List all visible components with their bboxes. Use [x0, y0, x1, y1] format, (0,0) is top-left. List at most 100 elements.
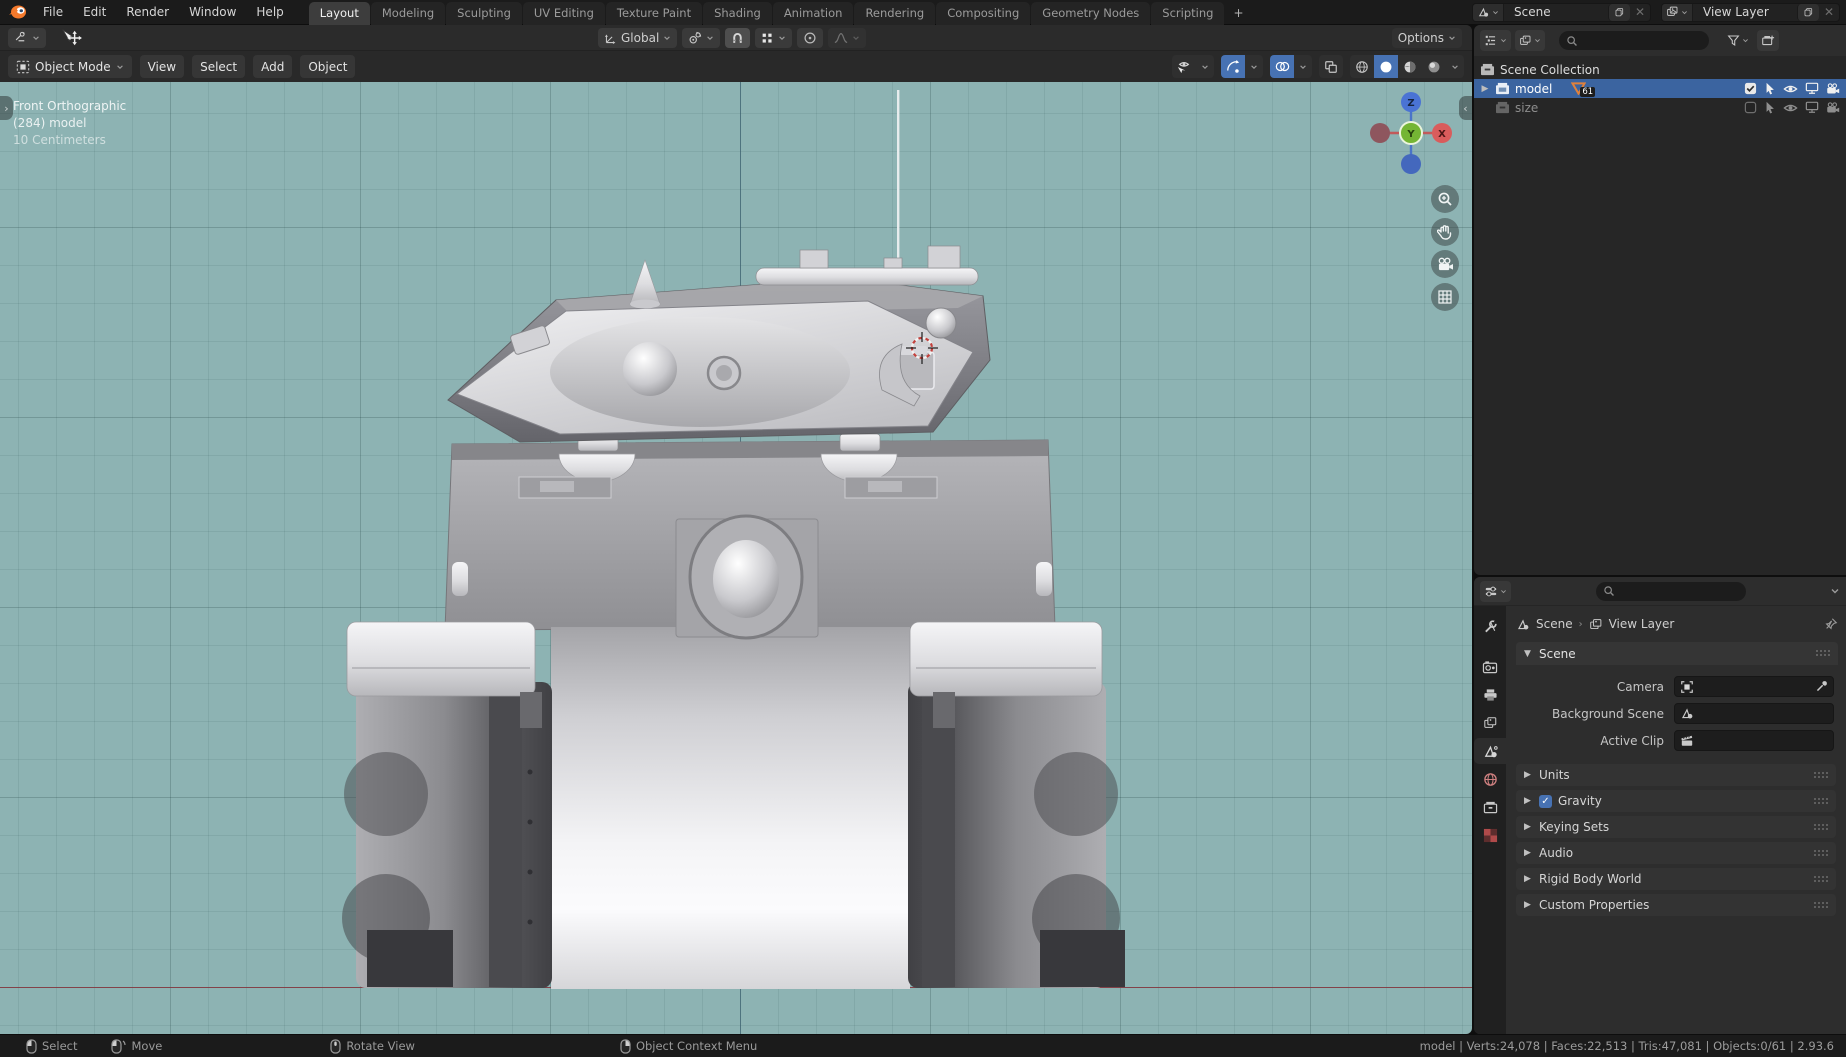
menu-edit[interactable]: Edit [74, 3, 115, 21]
menu-file[interactable]: File [34, 3, 72, 21]
sidebar-expand-handle[interactable]: ‹ [1459, 96, 1472, 120]
tab-view-layer[interactable] [1474, 710, 1506, 736]
wireframe-shading-button[interactable] [1350, 55, 1374, 78]
checkbox-unchecked-icon[interactable] [1744, 101, 1757, 114]
snap-toggle[interactable] [725, 28, 751, 48]
disable-render-icon[interactable] [1826, 82, 1840, 95]
disable-viewport-icon[interactable] [1805, 101, 1819, 114]
hide-viewport-icon[interactable] [1783, 83, 1798, 95]
selectable-icon[interactable] [1764, 82, 1776, 95]
tab-compositing[interactable]: Compositing [936, 1, 1031, 25]
tab-scene[interactable] [1474, 738, 1506, 764]
menu-render[interactable]: Render [117, 3, 178, 21]
properties-search-input[interactable] [1595, 581, 1746, 601]
properties-options-dropdown[interactable] [1830, 586, 1840, 596]
menu-help[interactable]: Help [247, 3, 292, 21]
tab-geometry-nodes[interactable]: Geometry Nodes [1031, 1, 1151, 25]
keying-sets-panel[interactable]: ▶ Keying Sets [1516, 816, 1836, 838]
outliner-search-input[interactable] [1559, 31, 1709, 50]
new-view-layer-button[interactable] [1797, 3, 1819, 21]
tab-modeling[interactable]: Modeling [370, 1, 446, 25]
display-mode-dropdown[interactable] [1515, 30, 1545, 51]
remove-view-layer-button[interactable]: ✕ [1819, 4, 1839, 21]
show-object-types-dropdown[interactable] [1172, 55, 1214, 78]
view-menu[interactable]: View [139, 55, 185, 78]
active-clip-field[interactable] [1674, 730, 1834, 751]
blender-logo-icon[interactable] [6, 3, 28, 21]
tab-tool[interactable] [1474, 613, 1506, 639]
eyedropper-icon[interactable] [1815, 680, 1828, 693]
tab-scripting[interactable]: Scripting [1151, 1, 1225, 25]
editor-type-dropdown[interactable] [1480, 580, 1511, 602]
tab-uv-editing[interactable]: UV Editing [522, 1, 605, 25]
units-panel[interactable]: ▶ Units [1516, 764, 1836, 786]
disable-viewport-icon[interactable] [1805, 82, 1819, 95]
view-layer-browse-button[interactable] [1662, 3, 1693, 21]
toolbar-expand-handle[interactable]: › [0, 96, 13, 120]
custom-properties-panel[interactable]: ▶ Custom Properties [1516, 894, 1836, 916]
drag-handle[interactable] [1815, 649, 1830, 658]
camera-view-button[interactable] [1431, 250, 1459, 278]
checkbox-checked-icon[interactable] [1744, 82, 1757, 95]
disable-render-icon[interactable] [1826, 101, 1840, 114]
proportional-falloff-dropdown[interactable] [828, 28, 867, 48]
filter-dropdown[interactable] [1723, 30, 1753, 51]
zoom-button[interactable] [1431, 185, 1459, 213]
tab-collection[interactable] [1474, 794, 1506, 820]
tab-rendering[interactable]: Rendering [854, 1, 936, 25]
new-collection-button[interactable] [1757, 30, 1779, 51]
audio-panel[interactable]: ▶ Audio [1516, 842, 1836, 864]
drag-handle[interactable] [1813, 822, 1828, 832]
tab-texture[interactable] [1474, 822, 1506, 848]
scene-browse-button[interactable] [1473, 3, 1504, 21]
new-scene-button[interactable] [1608, 3, 1630, 21]
active-tool-chip[interactable] [8, 27, 46, 48]
add-menu[interactable]: Add [253, 55, 293, 78]
pivot-point-dropdown[interactable] [682, 28, 721, 48]
transform-orientation-dropdown[interactable]: Global [598, 28, 678, 48]
rendered-shading-button[interactable] [1422, 55, 1446, 78]
scene-collection-row[interactable]: Scene Collection [1474, 60, 1846, 79]
camera-field[interactable] [1674, 676, 1834, 697]
orthographic-toggle-button[interactable] [1431, 283, 1459, 311]
add-workspace-button[interactable]: + [1225, 3, 1251, 25]
drag-handle[interactable] [1813, 874, 1828, 884]
view-layer-name[interactable]: View Layer [1693, 5, 1797, 19]
tab-animation[interactable]: Animation [772, 1, 854, 25]
rigid-body-world-panel[interactable]: ▶ Rigid Body World [1516, 868, 1836, 890]
material-preview-button[interactable] [1398, 55, 1422, 78]
drag-handle[interactable] [1813, 900, 1828, 910]
breadcrumb-view-layer[interactable]: View Layer [1609, 617, 1675, 631]
outliner-row-size[interactable]: size [1474, 98, 1846, 117]
tab-output[interactable] [1474, 682, 1506, 708]
editor-type-dropdown[interactable] [1480, 30, 1511, 51]
gizmos-dropdown[interactable] [1221, 55, 1263, 78]
tab-world[interactable] [1474, 766, 1506, 792]
mode-dropdown[interactable]: Object Mode [8, 55, 132, 78]
selectable-icon[interactable] [1764, 101, 1776, 114]
gravity-panel[interactable]: ▶ ✓ Gravity [1516, 790, 1836, 812]
breadcrumb-scene[interactable]: Scene [1536, 617, 1573, 631]
tab-texture-paint[interactable]: Texture Paint [605, 1, 703, 25]
gravity-checkbox[interactable]: ✓ [1539, 794, 1552, 808]
tank-model[interactable] [0, 82, 1472, 1034]
tab-render[interactable] [1474, 654, 1506, 680]
menu-window[interactable]: Window [180, 3, 245, 21]
viewport-canvas[interactable]: Front Orthographic (284) model 10 Centim… [0, 82, 1472, 1034]
options-dropdown[interactable]: Options [1391, 28, 1462, 48]
drag-handle[interactable] [1813, 796, 1828, 806]
tab-shading[interactable]: Shading [703, 1, 772, 25]
pin-icon[interactable] [1824, 617, 1838, 631]
outliner-row-model[interactable]: ▶ model 61 [1474, 79, 1846, 98]
scene-panel-header[interactable]: ▼ Scene [1516, 642, 1838, 665]
scene-name[interactable]: Scene [1504, 5, 1608, 19]
proportional-editing-toggle[interactable] [797, 28, 824, 48]
xray-toggle[interactable] [1319, 55, 1343, 78]
snap-target-dropdown[interactable] [755, 28, 793, 48]
object-menu[interactable]: Object [300, 55, 356, 78]
expand-icon[interactable]: ▶ [1480, 84, 1490, 94]
select-menu[interactable]: Select [192, 55, 246, 78]
pan-button[interactable] [1431, 218, 1459, 246]
solid-shading-button[interactable] [1374, 55, 1398, 78]
drag-handle[interactable] [1813, 848, 1828, 858]
